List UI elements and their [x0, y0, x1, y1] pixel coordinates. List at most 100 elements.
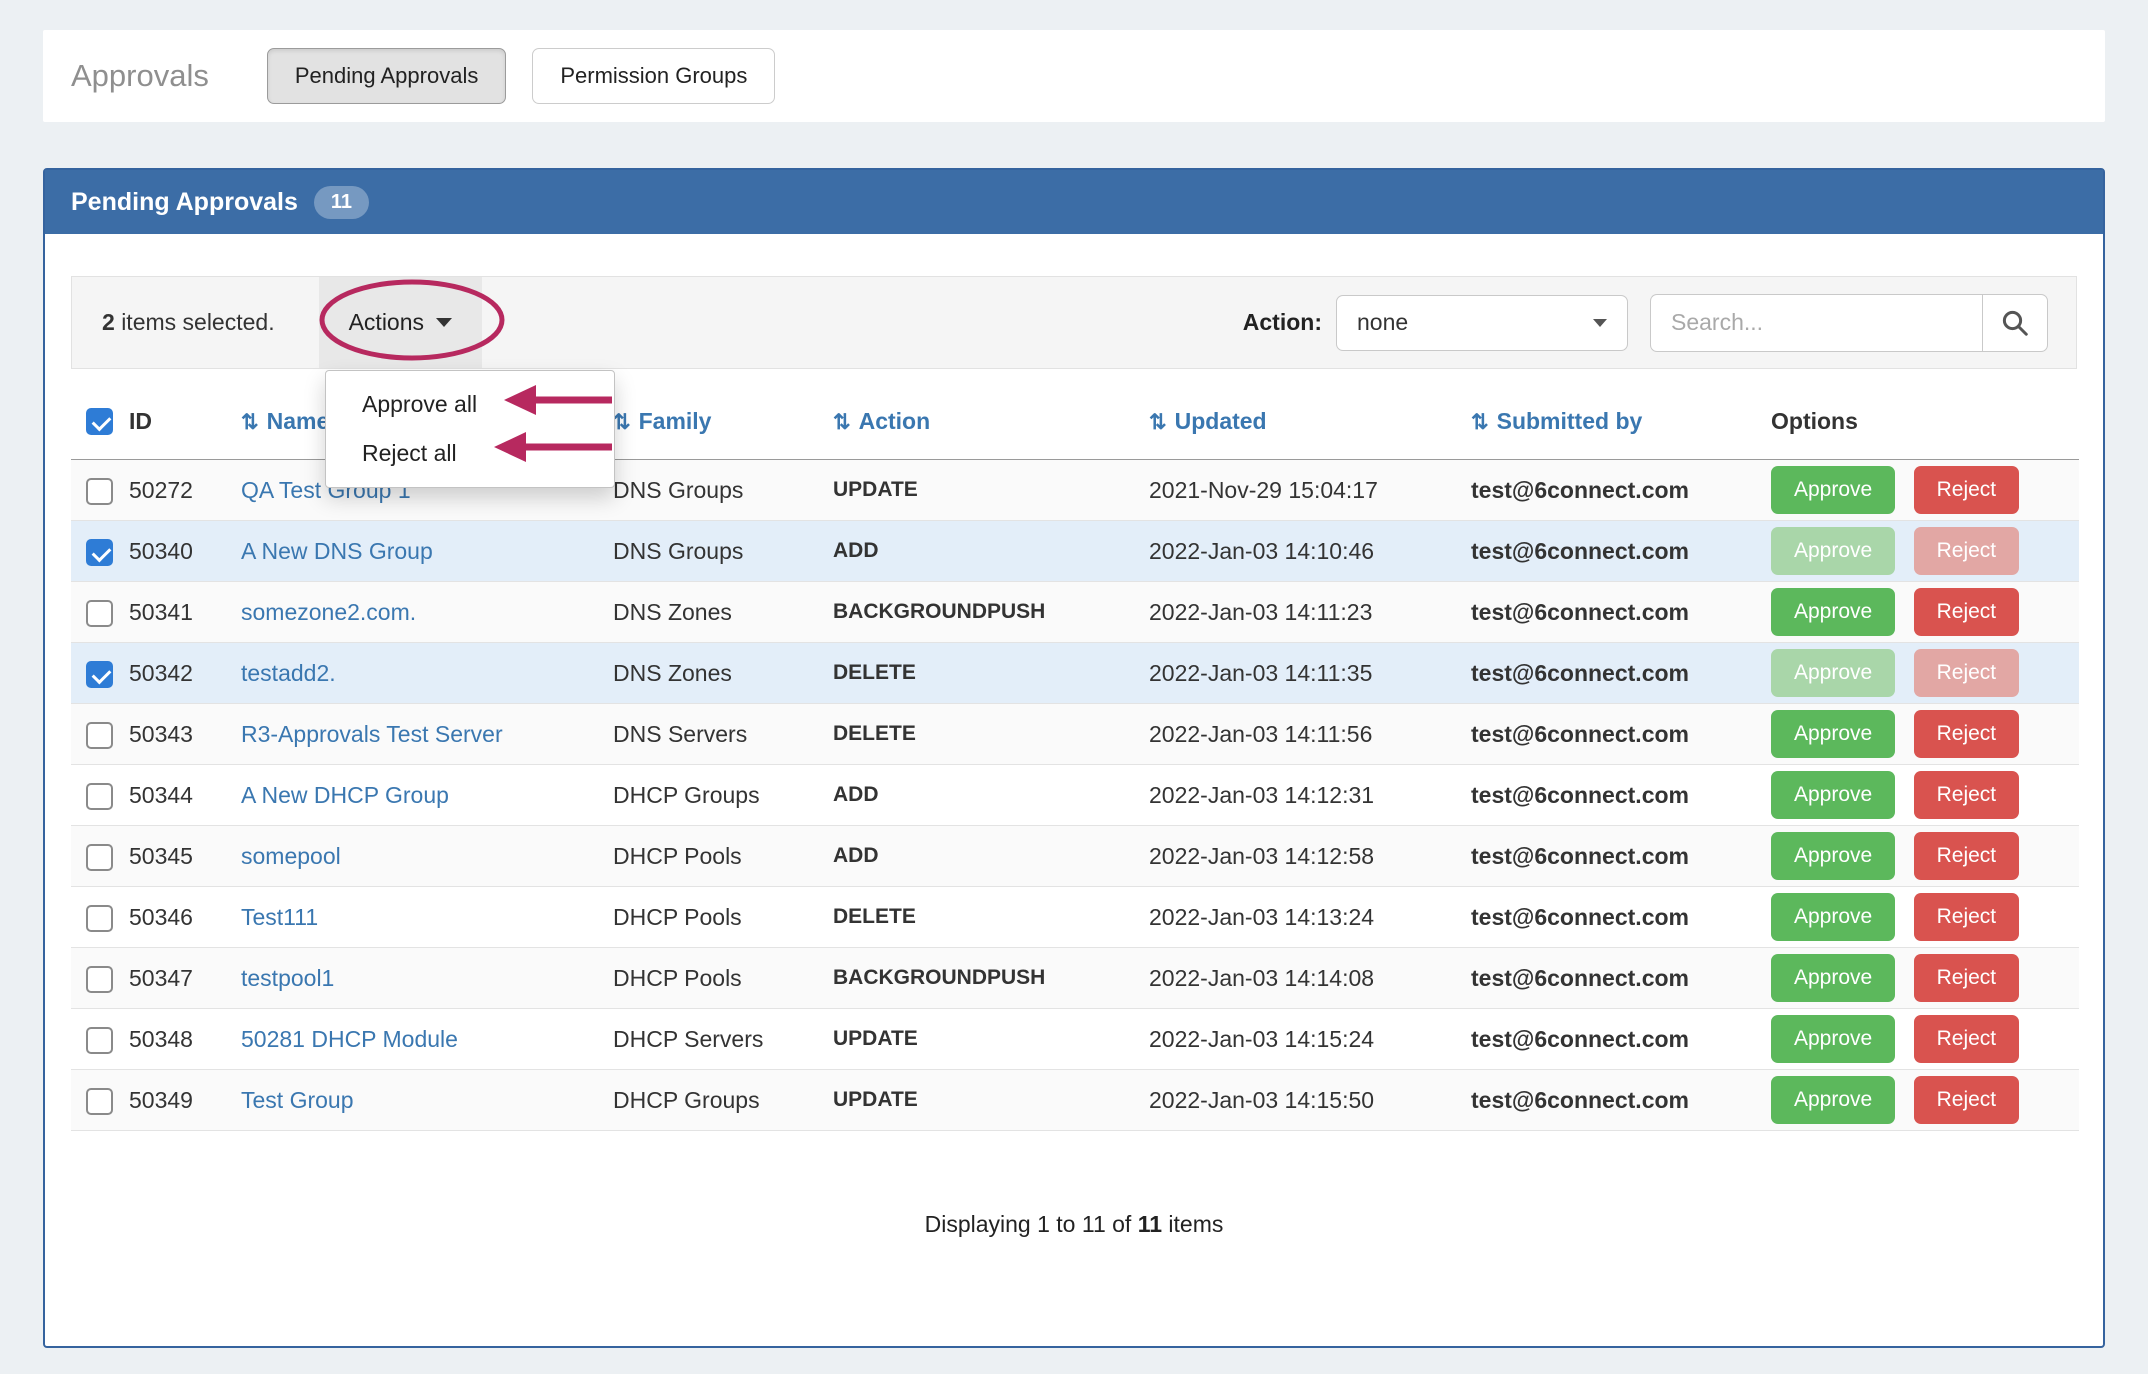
selected-count: 2 — [102, 309, 115, 335]
selected-suffix: items selected. — [121, 309, 275, 335]
reject-button[interactable]: Reject — [1913, 466, 2020, 515]
selected-items-text: 2 items selected. — [102, 309, 275, 336]
row-id: 50348 — [129, 1008, 241, 1071]
row-checkbox[interactable] — [86, 782, 113, 810]
row-checkbox[interactable] — [86, 904, 113, 932]
row-family: DNS Groups — [613, 520, 833, 583]
row-family: DHCP Pools — [613, 886, 833, 949]
col-header-family[interactable]: ⇅ Family — [613, 369, 833, 461]
approve-button[interactable]: Approve — [1771, 466, 1896, 515]
col-header-submitted-by[interactable]: ⇅ Submitted by — [1471, 369, 1771, 461]
row-name-link[interactable]: somezone2.com. — [241, 599, 416, 625]
search-group — [1650, 293, 2048, 352]
col-header-action[interactable]: ⇅ Action — [833, 369, 1149, 461]
action-filter-label: Action: — [1242, 309, 1322, 335]
row-checkbox[interactable] — [86, 721, 113, 749]
row-checkbox[interactable] — [86, 538, 113, 566]
row-updated: 2021-Nov-29 15:04:17 — [1149, 459, 1471, 522]
row-checkbox[interactable] — [86, 843, 113, 871]
approve-button[interactable]: Approve — [1771, 588, 1896, 637]
row-name-link[interactable]: testpool1 — [241, 965, 334, 991]
row-name-link[interactable]: somepool — [241, 843, 341, 869]
row-updated: 2022-Jan-03 14:15:50 — [1149, 1069, 1471, 1132]
approve-button[interactable]: Approve — [1771, 1015, 1896, 1064]
panel-body: 2 items selected. Actions Action: none S… — [45, 234, 2103, 1238]
row-family: DHCP Groups — [613, 1069, 833, 1132]
reject-button[interactable]: Reject — [1913, 832, 2020, 881]
approve-button[interactable]: Approve — [1771, 710, 1896, 759]
col-header-options: Options — [1771, 369, 2079, 461]
footer-suffix: items — [1168, 1211, 1224, 1238]
row-id: 50347 — [129, 947, 241, 1010]
approve-button[interactable]: Approve — [1771, 1076, 1896, 1125]
toolbar-left: 2 items selected. Actions — [72, 277, 483, 368]
table-row: 50342 testadd2. DNS Zones DELETE 2022-Ja… — [71, 642, 2079, 705]
approve-button[interactable]: Approve — [1771, 771, 1896, 820]
panel-title: Pending Approvals — [71, 187, 298, 216]
select-all-checkbox[interactable] — [86, 408, 113, 436]
approve-button[interactable]: Approve — [1771, 954, 1896, 1003]
row-name-link[interactable]: R3-Approvals Test Server — [241, 721, 503, 747]
row-family: DNS Zones — [613, 581, 833, 644]
reject-button[interactable]: Reject — [1913, 1076, 2020, 1125]
sort-icon: ⇅ — [833, 410, 851, 434]
row-action: BACKGROUNDPUSH — [833, 947, 1149, 1010]
row-checkbox[interactable] — [86, 599, 113, 627]
sort-icon: ⇅ — [1149, 410, 1167, 434]
row-name-link[interactable]: 50281 DHCP Module — [241, 1026, 458, 1052]
row-name-link[interactable]: testadd2. — [241, 660, 336, 686]
row-checkbox[interactable] — [86, 1087, 113, 1115]
reject-button[interactable]: Reject — [1913, 527, 2020, 576]
reject-button[interactable]: Reject — [1913, 893, 2020, 942]
caret-down-icon — [1593, 318, 1607, 327]
row-family: DHCP Pools — [613, 825, 833, 888]
approve-button[interactable]: Approve — [1771, 527, 1896, 576]
row-submitted-by: test@6connect.com — [1471, 947, 1771, 1010]
row-submitted-by: test@6connect.com — [1471, 1008, 1771, 1071]
reject-button[interactable]: Reject — [1913, 649, 2020, 698]
row-family: DHCP Servers — [613, 1008, 833, 1071]
menu-item-reject-all[interactable]: Reject all — [326, 429, 614, 478]
actions-dropdown-menu: Approve all Reject all — [325, 370, 615, 488]
row-name-link[interactable]: A New DHCP Group — [241, 782, 449, 808]
row-submitted-by: test@6connect.com — [1471, 703, 1771, 766]
actions-button-label: Actions — [348, 309, 425, 335]
search-input[interactable] — [1650, 293, 1982, 352]
tab-permission-groups[interactable]: Permission Groups — [532, 48, 776, 104]
col-header-updated[interactable]: ⇅ Updated — [1149, 369, 1471, 461]
reject-button[interactable]: Reject — [1913, 1015, 2020, 1064]
row-id: 50344 — [129, 764, 241, 827]
reject-button[interactable]: Reject — [1913, 588, 2020, 637]
reject-button[interactable]: Reject — [1913, 954, 2020, 1003]
table-row: 50347 testpool1 DHCP Pools BACKGROUNDPUS… — [71, 947, 2079, 1010]
approve-button[interactable]: Approve — [1771, 649, 1896, 698]
row-updated: 2022-Jan-03 14:10:46 — [1149, 520, 1471, 583]
tab-pending-approvals[interactable]: Pending Approvals — [266, 48, 507, 104]
row-checkbox[interactable] — [86, 477, 113, 505]
approve-button[interactable]: Approve — [1771, 832, 1896, 881]
row-updated: 2022-Jan-03 14:15:24 — [1149, 1008, 1471, 1071]
action-select[interactable]: none — [1336, 294, 1628, 351]
approve-button[interactable]: Approve — [1771, 893, 1896, 942]
row-name-link[interactable]: A New DNS Group — [241, 538, 433, 564]
row-name-link[interactable]: Test111 — [241, 904, 318, 930]
row-family: DHCP Groups — [613, 764, 833, 827]
row-id: 50346 — [129, 886, 241, 949]
row-checkbox[interactable] — [86, 965, 113, 993]
sort-icon: ⇅ — [241, 410, 259, 434]
reject-button[interactable]: Reject — [1913, 771, 2020, 820]
search-button[interactable] — [1982, 293, 2048, 352]
row-checkbox[interactable] — [86, 660, 113, 688]
sort-icon: ⇅ — [1471, 410, 1489, 434]
actions-dropdown-button[interactable]: Actions — [318, 277, 483, 368]
row-id: 50272 — [129, 459, 241, 522]
toolbar-right: Action: none — [1242, 293, 2048, 352]
row-name-link[interactable]: Test Group — [241, 1087, 354, 1113]
col-header-id: ID — [129, 369, 241, 461]
menu-item-approve-all[interactable]: Approve all — [326, 380, 614, 429]
sort-icon: ⇅ — [613, 410, 631, 434]
row-checkbox[interactable] — [86, 1026, 113, 1054]
row-submitted-by: test@6connect.com — [1471, 642, 1771, 705]
reject-button[interactable]: Reject — [1913, 710, 2020, 759]
row-submitted-by: test@6connect.com — [1471, 581, 1771, 644]
